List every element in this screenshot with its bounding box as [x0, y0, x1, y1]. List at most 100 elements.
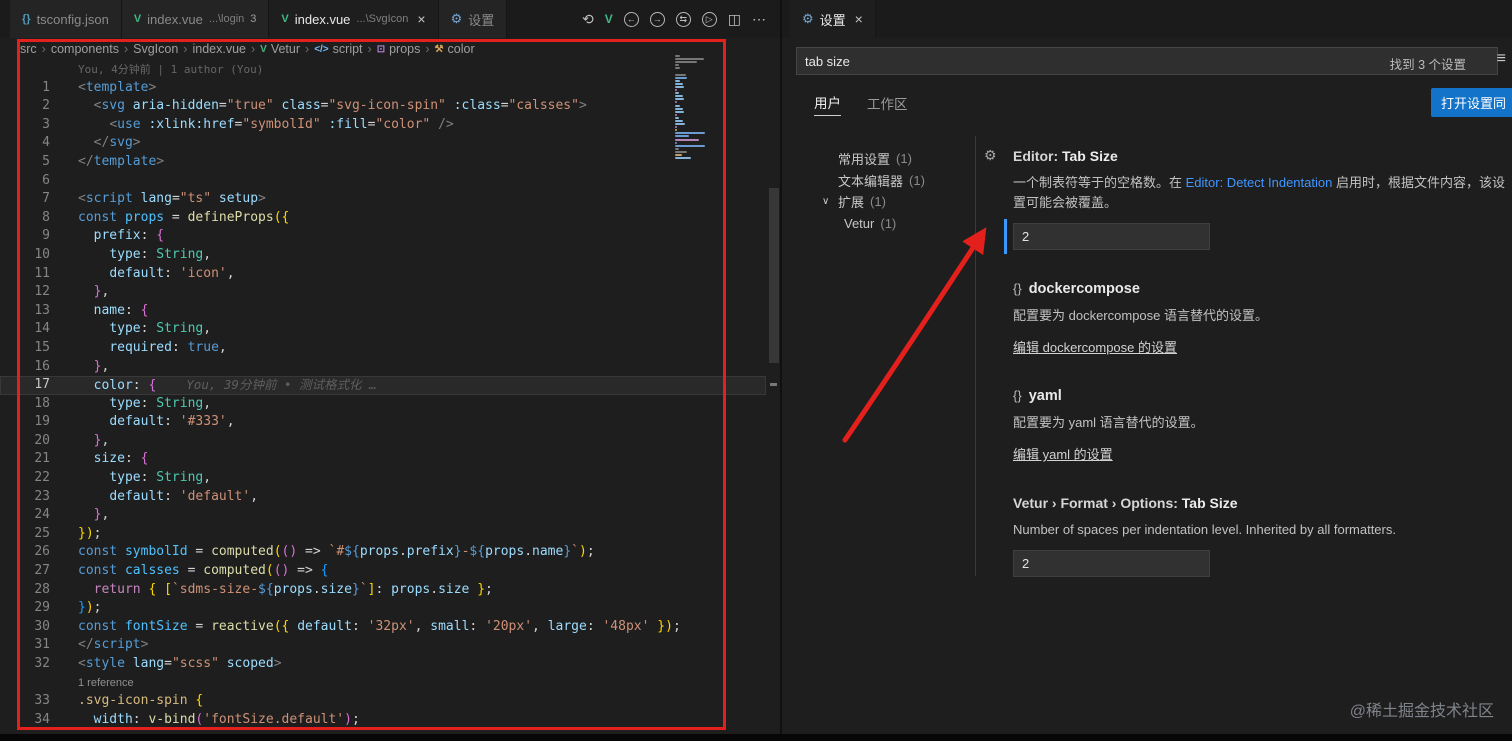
code-line[interactable]: 4 </svg>	[0, 134, 766, 153]
code-line[interactable]: 29});	[0, 599, 766, 618]
toc-item[interactable]: ∨ 扩展 (1)	[782, 191, 975, 213]
editor-tab[interactable]: Vindex.vue ...\SvgIcon ×	[269, 0, 439, 38]
minimap[interactable]	[675, 55, 709, 160]
breadcrumb-item[interactable]: src	[20, 42, 37, 56]
line-number: 7	[42, 191, 50, 207]
code-line[interactable]: 33 .svg-icon-spin {	[0, 692, 766, 711]
language-section-title: {} dockercompose	[1013, 281, 1140, 297]
close-icon[interactable]: ×	[417, 12, 425, 26]
breadcrumb-separator: ›	[41, 42, 46, 56]
run-file-icon[interactable]: ▷	[701, 11, 717, 27]
language-section-description: 配置要为 dockercompose 语言替代的设置。	[1013, 308, 1268, 323]
code-line[interactable]: 18 type: String,	[0, 395, 766, 414]
line-number: 30	[34, 618, 50, 634]
code-text: default: '#333',	[109, 414, 235, 430]
setting-input-wrap	[1013, 550, 1210, 577]
code-line[interactable]: 32 <style lang="scss" scoped>	[0, 655, 766, 674]
breadcrumb-item[interactable]: SvgIcon	[133, 42, 178, 56]
code-line[interactable]: 13 name: {	[0, 302, 766, 321]
code-area[interactable]: You, 4分钟前 | 1 author (You) 1 <template> 2 <…	[0, 60, 766, 729]
compare-changes-icon[interactable]: ⇆	[675, 11, 691, 27]
code-line[interactable]: 2 <svg aria-hidden="true" class="svg-ico…	[0, 97, 766, 116]
symbol-script-icon: </>	[314, 43, 329, 55]
more-actions-icon[interactable]: ⋯	[752, 11, 766, 28]
code-line[interactable]: 30 const fontSize = reactive({ default: '…	[0, 618, 766, 637]
line-number: 24	[34, 507, 50, 523]
toc-item[interactable]: 文本编辑器 (1)	[782, 170, 975, 192]
codelens-row[interactable]: 1 reference	[0, 674, 766, 693]
code-text: .svg-icon-spin {	[78, 693, 204, 709]
code-line[interactable]: 17 color: {You, 39分钟前 • 测试格式化 …	[0, 376, 766, 395]
tab-label: 设置	[468, 12, 495, 28]
code-line[interactable]: 31 </script>	[0, 636, 766, 655]
code-line[interactable]: 6	[0, 172, 766, 191]
tab-workspace[interactable]: 工作区	[867, 93, 908, 116]
code-line[interactable]: 28 return { [`sdms-size-${props.size}`]:…	[0, 581, 766, 600]
settings-sync-button[interactable]: 打开设置同	[1430, 88, 1512, 117]
code-line[interactable]: 11 default: 'icon',	[0, 265, 766, 284]
code-text: });	[78, 525, 102, 541]
code-line[interactable]: 3 <use :xlink:href="symbolId" :fill="col…	[0, 116, 766, 135]
code-line[interactable]: 26 const symbolId = computed(() => `#${pr…	[0, 543, 766, 562]
code-line[interactable]: 14 type: String,	[0, 320, 766, 339]
editor-tab[interactable]: Vindex.vue ...\login 3	[121, 0, 270, 38]
setting-description: 一个制表符等于的空格数。在 Editor: Detect Indentation…	[1013, 175, 1505, 210]
breadcrumb-item[interactable]: components	[51, 42, 119, 56]
setting-value-input[interactable]	[1013, 223, 1210, 250]
code-line[interactable]: 23 default: 'default',	[0, 488, 766, 507]
breadcrumb-item[interactable]: ⊡ props	[377, 42, 421, 56]
code-text: },	[93, 284, 110, 300]
line-number: 10	[34, 246, 50, 262]
vetur-preview-icon[interactable]: V	[605, 12, 613, 26]
code-line[interactable]: 15 required: true,	[0, 339, 766, 358]
code-line[interactable]: 12 },	[0, 283, 766, 302]
gear-icon[interactable]: ⚙	[984, 147, 997, 164]
vertical-scrollbar[interactable]	[769, 188, 779, 363]
code-line[interactable]: 22 type: String,	[0, 469, 766, 488]
edit-language-settings-link[interactable]: 编辑 dockercompose 的设置	[1013, 337, 1177, 356]
code-line[interactable]: 25});	[0, 525, 766, 544]
code-line[interactable]: 16 },	[0, 358, 766, 377]
code-text: },	[93, 358, 110, 374]
setting-description: Number of spaces per indentation level. …	[1013, 522, 1396, 537]
setting-link[interactable]: Editor: Detect Indentation	[1186, 175, 1333, 190]
code-text: <style lang="scss" scoped>	[78, 656, 282, 671]
code-line[interactable]: 1 <template>	[0, 79, 766, 98]
toc-label: 扩展	[838, 195, 865, 211]
line-number: 2	[42, 98, 50, 114]
settings-editor-tab[interactable]: ⚙ 设置 ×	[790, 0, 876, 38]
code-line[interactable]: 34 width: v-bind('fontSize.default');	[0, 711, 766, 730]
editor-tab[interactable]: {} tsconfig.json	[10, 0, 122, 38]
code-line[interactable]: 5 </template>	[0, 153, 766, 172]
split-editor-icon[interactable]: ◫	[728, 11, 741, 28]
code-line[interactable]: 27 const calsses = computed(() => {	[0, 562, 766, 581]
code-line[interactable]: 19 default: '#333',	[0, 413, 766, 432]
filter-icon[interactable]: ≡	[1497, 50, 1506, 68]
breadcrumb-item[interactable]: index.vue	[192, 42, 246, 56]
breadcrumb-item[interactable]: ⚒ color	[435, 42, 475, 56]
setting-value-input[interactable]	[1013, 550, 1210, 577]
discard-changes-icon[interactable]: ⟲	[582, 11, 594, 28]
code-line[interactable]: 24 },	[0, 506, 766, 525]
edit-language-settings-link[interactable]: 编辑 yaml 的设置	[1013, 444, 1113, 463]
breadcrumb-separator: ›	[425, 42, 430, 56]
code-line[interactable]: 20 },	[0, 432, 766, 451]
toc-item[interactable]: Vetur (1)	[782, 213, 975, 235]
setting-input-wrap	[1004, 219, 1210, 254]
close-icon[interactable]: ×	[855, 12, 863, 26]
code-line[interactable]: 7 <script lang="ts" setup>	[0, 190, 766, 209]
toc-item[interactable]: 常用设置 (1)	[782, 148, 975, 170]
code-line[interactable]: 21 size: {	[0, 450, 766, 469]
code-line[interactable]: 9 prefix: {	[0, 227, 766, 246]
next-change-icon[interactable]: →	[649, 11, 665, 27]
previous-change-icon[interactable]: ←	[623, 11, 639, 27]
breadcrumb-item[interactable]: </> script	[314, 42, 362, 56]
tab-user[interactable]: 用户	[814, 92, 841, 116]
breadcrumb-item[interactable]: V Vetur	[260, 42, 300, 56]
editor-tab[interactable]: ⚙ 设置	[438, 0, 508, 38]
tab-label: 设置	[819, 12, 846, 28]
code-line[interactable]: 8 const props = defineProps({	[0, 209, 766, 228]
code-line[interactable]: 10 type: String,	[0, 246, 766, 265]
settings-editor: 找到 3 个设置 ≡ 用户 工作区 打开设置同 常用设置(1)文本编辑器(1)∨…	[782, 38, 1512, 741]
codelens-reference[interactable]: 1 reference	[50, 674, 134, 693]
